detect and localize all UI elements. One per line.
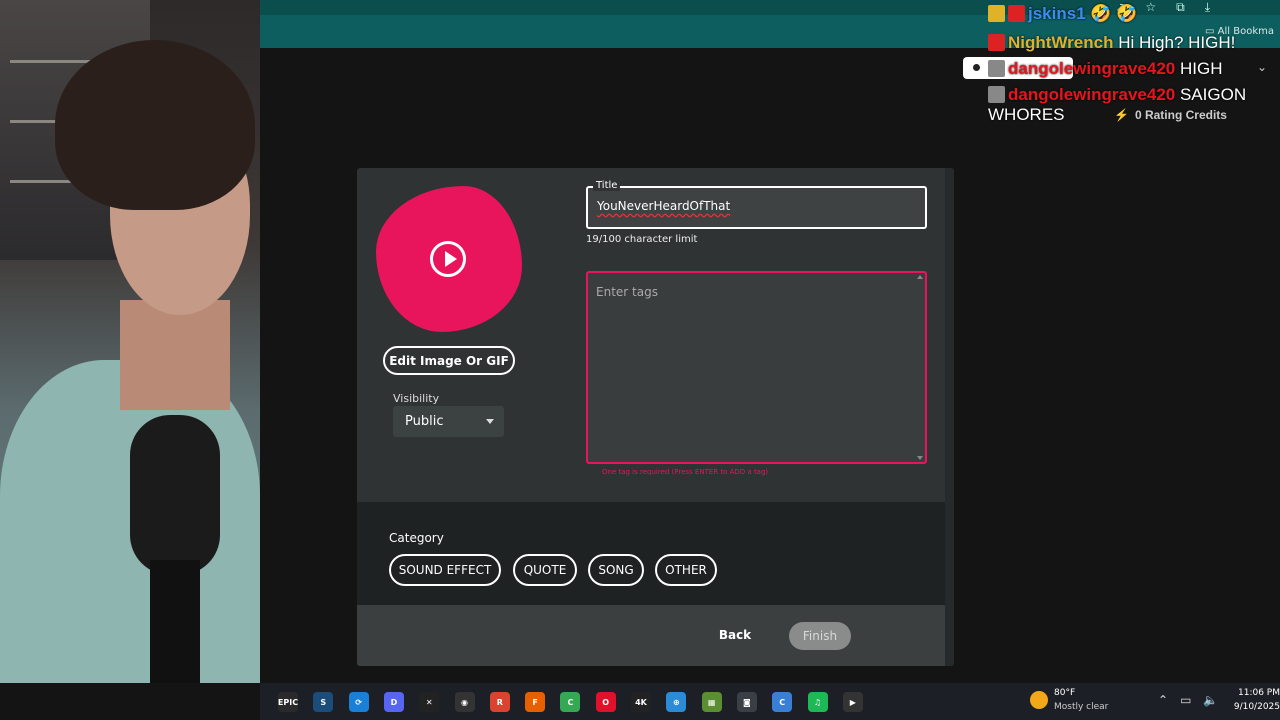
chrome-icon[interactable]: C bbox=[560, 692, 581, 712]
speaker-icon[interactable]: 🔈 bbox=[1203, 693, 1218, 707]
streamer-neck bbox=[120, 300, 230, 410]
caret-down-icon bbox=[486, 419, 494, 424]
chat-message: NightWrench Hi High? HIGH! bbox=[988, 33, 1235, 53]
firefox-icon[interactable]: F bbox=[525, 692, 546, 712]
badge-icon bbox=[988, 5, 1005, 22]
category-song-button[interactable]: SONG bbox=[588, 554, 644, 586]
streamer-hair bbox=[55, 40, 255, 210]
popup-dot bbox=[973, 64, 980, 71]
tags-input[interactable]: Enter tags bbox=[586, 271, 927, 464]
category-other-button[interactable]: OTHER bbox=[655, 554, 717, 586]
chat-username: NightWrench bbox=[1008, 33, 1114, 52]
chat-username: jskins1 bbox=[1028, 4, 1086, 23]
chat-text: Hi High? HIGH! bbox=[1118, 33, 1236, 52]
monitor-icon[interactable]: ▭ bbox=[1180, 693, 1191, 707]
category-section: Category SOUND EFFECT QUOTE SONG OTHER bbox=[357, 502, 945, 605]
ccleaner-icon[interactable]: C bbox=[772, 692, 793, 712]
chat-text: 🤣 🤣 bbox=[1090, 4, 1138, 23]
obs-icon[interactable]: ◉ bbox=[454, 692, 475, 712]
badge-icon bbox=[988, 60, 1005, 77]
scroll-down-icon[interactable] bbox=[917, 456, 923, 460]
chat-message: dangolewingrave420 SAIGON bbox=[988, 85, 1246, 105]
opera-icon[interactable]: O bbox=[595, 692, 616, 712]
category-label: Category bbox=[389, 531, 444, 545]
dialog-footer: Back Finish bbox=[357, 605, 945, 666]
scroll-up-icon[interactable] bbox=[917, 275, 923, 279]
title-input[interactable]: YouNeverHeardOfThat bbox=[597, 199, 917, 213]
finish-button[interactable]: Finish bbox=[789, 622, 851, 650]
weather-temperature: 80°F bbox=[1054, 688, 1076, 698]
upload-dialog: Edit Image Or GIF Visibility Public Titl… bbox=[357, 168, 954, 666]
chat-username: dangolewingrave420 bbox=[1008, 59, 1176, 78]
capcut-icon[interactable]: ✕ bbox=[419, 692, 440, 712]
microphone bbox=[130, 415, 220, 575]
badge-icon bbox=[988, 34, 1005, 51]
title-character-limit: 19/100 character limit bbox=[586, 234, 698, 245]
edit-image-button[interactable]: Edit Image Or GIF bbox=[383, 346, 515, 375]
chat-message: jskins1 🤣 🤣 bbox=[988, 4, 1137, 24]
chat-username: dangolewingrave420 bbox=[1008, 85, 1176, 104]
chevron-up-icon[interactable]: ⌃ bbox=[1158, 693, 1168, 707]
category-sound-effect-button[interactable]: SOUND EFFECT bbox=[389, 554, 501, 586]
minecraft-icon[interactable]: ▦ bbox=[701, 692, 722, 712]
chevron-down-icon[interactable]: ⌄ bbox=[1257, 60, 1267, 74]
microphone-arm bbox=[150, 560, 200, 683]
chat-text: HIGH bbox=[1179, 59, 1223, 78]
discord-icon[interactable]: D bbox=[383, 692, 404, 712]
title-label: Title bbox=[593, 180, 621, 191]
chat-text-continuation: WHORES bbox=[988, 105, 1065, 124]
tags-placeholder: Enter tags bbox=[596, 285, 658, 299]
back-button[interactable]: Back bbox=[713, 623, 757, 647]
4k-video-icon[interactable]: 4K bbox=[631, 692, 651, 712]
chat-text: SAIGON bbox=[1179, 85, 1247, 104]
dialog-scrollbar[interactable] bbox=[945, 168, 954, 666]
visibility-label: Visibility bbox=[393, 392, 440, 405]
camera-icon[interactable]: ◙ bbox=[736, 692, 757, 712]
clock-date[interactable]: 9/10/2025 bbox=[1225, 702, 1280, 712]
rating-credits: ⚡ 0 Rating Credits bbox=[1114, 108, 1227, 122]
system-tray: ⌃ ▭ 🔈 bbox=[1158, 693, 1218, 707]
taskbar: EPIC S ⟳ D ✕ ◉ R F C O 4K ⊕ ▦ ◙ C ♫ ▶ 80°F Mostly clear … bbox=[260, 683, 1280, 720]
globe-icon[interactable]: ⊕ bbox=[666, 692, 687, 712]
visibility-select[interactable]: Public bbox=[393, 406, 504, 437]
webcam-feed bbox=[0, 0, 260, 683]
chat-message: dangolewingrave420 HIGH bbox=[988, 59, 1222, 79]
app-red-icon[interactable]: R bbox=[489, 692, 510, 712]
rating-credits-text: 0 Rating Credits bbox=[1134, 108, 1227, 122]
clock-time[interactable]: 11:06 PM bbox=[1235, 688, 1280, 698]
play-icon[interactable] bbox=[430, 241, 466, 277]
badge-icon bbox=[1008, 5, 1025, 22]
sound-thumbnail[interactable] bbox=[376, 186, 522, 332]
weather-moon-icon[interactable] bbox=[1030, 691, 1048, 709]
lightning-icon: ⚡ bbox=[1114, 108, 1129, 122]
weather-description: Mostly clear bbox=[1054, 702, 1109, 712]
steam-icon[interactable]: S bbox=[313, 692, 334, 712]
visibility-value: Public bbox=[405, 414, 444, 429]
badge-icon bbox=[988, 86, 1005, 103]
category-quote-button[interactable]: QUOTE bbox=[513, 554, 577, 586]
epic-games-icon[interactable]: EPIC bbox=[278, 692, 298, 712]
media-player-icon[interactable]: ▶ bbox=[842, 692, 863, 712]
tags-error-message: One tag is required (Press ENTER to ADD … bbox=[602, 468, 769, 476]
sync-icon[interactable]: ⟳ bbox=[348, 692, 369, 712]
spotify-icon[interactable]: ♫ bbox=[807, 692, 828, 712]
